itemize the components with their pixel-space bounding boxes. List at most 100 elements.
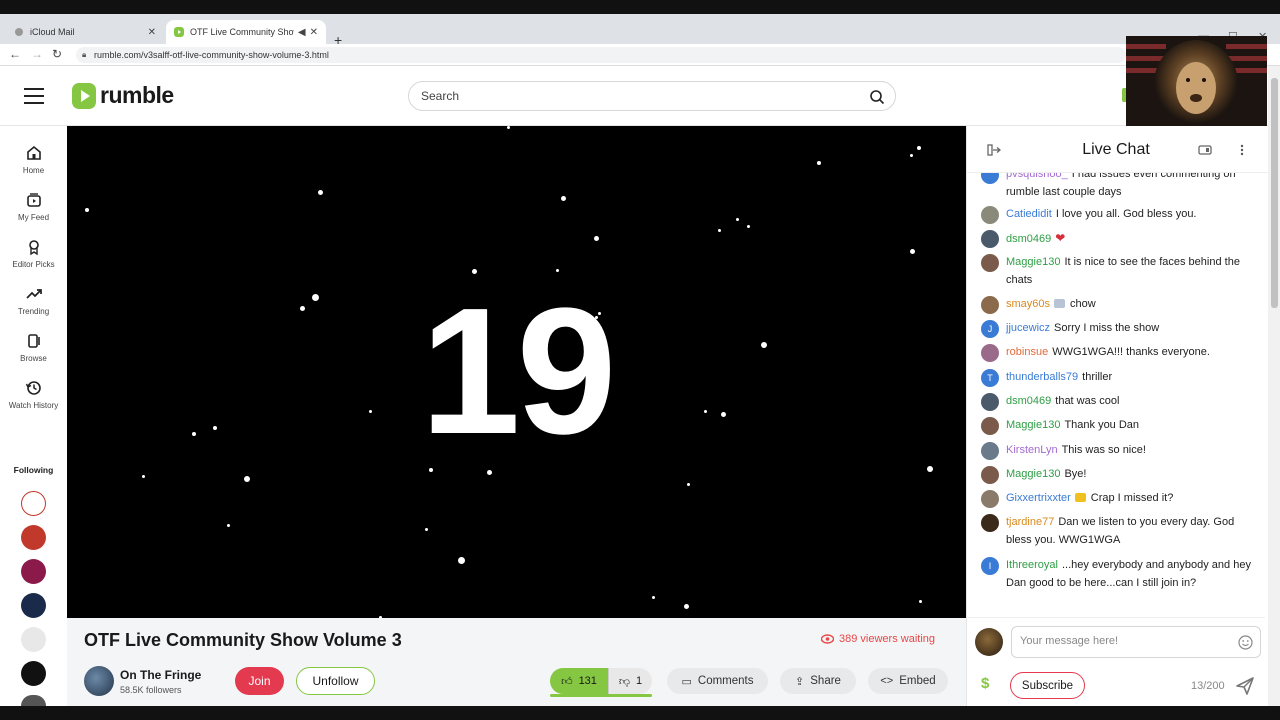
url-text: rumble.com/v3salff-otf-live-community-sh… — [94, 50, 329, 60]
chat-username[interactable]: dsm0469 — [1006, 233, 1051, 245]
chat-username[interactable]: KirstenLyn — [1006, 444, 1058, 456]
channel-name[interactable]: On The Fringe — [120, 668, 201, 682]
video-title: OTF Live Community Show Volume 3 — [84, 630, 402, 650]
embed-button[interactable]: <> Embed — [868, 668, 948, 694]
chat-username[interactable]: tjardine77 — [1006, 516, 1054, 528]
rumble-favicon-icon — [174, 27, 184, 37]
upvote-count: 131 — [578, 675, 597, 687]
following-channel-avatar[interactable] — [21, 491, 46, 516]
chat-message-text: Crap I missed it? — [1090, 492, 1174, 504]
sidebar-item-editor-picks[interactable]: Editor Picks — [0, 238, 67, 269]
chat-message-text: I love you all. God bless you. — [1055, 208, 1197, 220]
comment-icon: ▭ — [681, 675, 692, 688]
chat-username[interactable]: jjucewicz — [1006, 322, 1050, 334]
share-button[interactable]: ⇪ Share — [780, 668, 856, 694]
chat-username[interactable]: robinsue — [1006, 346, 1048, 358]
sidebar-item-label: Watch History — [8, 401, 59, 410]
video-player[interactable]: 19 — [67, 126, 966, 618]
emoji-icon[interactable] — [1238, 635, 1253, 650]
speaker-icon[interactable]: ◀ — [298, 27, 306, 38]
popout-chat-icon[interactable] — [1194, 140, 1216, 160]
join-button[interactable]: Join — [235, 667, 284, 695]
screen: iCloud Mail ✕ OTF Live Community Show ◀ … — [0, 0, 1280, 720]
chat-user-avatar[interactable] — [981, 296, 999, 314]
chat-user-avatar[interactable]: J — [981, 320, 999, 338]
chat-user-avatar[interactable]: I — [981, 557, 999, 575]
lock-icon: 🔒︎ — [82, 50, 87, 59]
chat-username[interactable]: pvsquishoo_ — [1006, 173, 1068, 180]
chat-user-avatar[interactable] — [981, 206, 999, 224]
vote-ratio-bar — [550, 694, 652, 697]
send-icon[interactable] — [1233, 674, 1257, 698]
chat-message: dsm0469 ❤ — [981, 229, 1261, 248]
chat-username[interactable]: thunderballs79 — [1006, 371, 1078, 383]
sidebar-item-my-feed[interactable]: My Feed — [0, 191, 67, 222]
rumble-logo[interactable]: rumble — [72, 82, 174, 109]
sidebar-item-home[interactable]: Home — [0, 144, 67, 175]
chat-message-text: Bye! — [1064, 468, 1087, 480]
chat-username[interactable]: Maggie130 — [1006, 419, 1060, 431]
channel-avatar[interactable] — [84, 666, 114, 696]
close-tab-icon[interactable]: ✕ — [310, 27, 318, 38]
sidebar-item-trending[interactable]: Trending — [0, 285, 67, 316]
badge-icon — [1054, 299, 1066, 308]
chat-username[interactable]: dsm0469 — [1006, 395, 1051, 407]
chat-username[interactable]: Maggie130 — [1006, 256, 1060, 268]
chat-user-avatar[interactable] — [981, 173, 999, 184]
comments-button[interactable]: ▭ Comments — [667, 668, 768, 694]
chat-message: KirstenLyn This was so nice! — [981, 441, 1261, 460]
chat-message: Maggie130 Bye! — [981, 465, 1261, 484]
following-channel-avatar[interactable] — [21, 559, 46, 584]
chat-user-avatar[interactable] — [981, 466, 999, 484]
search-input[interactable] — [421, 89, 861, 103]
following-channel-avatar[interactable] — [21, 525, 46, 550]
following-channel-avatar[interactable] — [21, 593, 46, 618]
following-channel-avatar[interactable] — [21, 661, 46, 686]
channel-followers: 58.5K followers — [120, 685, 182, 695]
forward-icon[interactable]: → — [31, 47, 43, 61]
downvote-button[interactable]: 👎︎ 1 — [608, 668, 652, 694]
chat-user-avatar[interactable] — [981, 417, 999, 435]
sidebar-item-watch-history[interactable]: Watch History — [0, 379, 67, 410]
chat-user-avatar[interactable] — [981, 442, 999, 460]
following-channel-avatar[interactable] — [21, 695, 46, 706]
chat-user-avatar[interactable] — [981, 514, 999, 532]
message-input[interactable] — [1020, 635, 1230, 647]
chat-username[interactable]: Maggie130 — [1006, 468, 1060, 480]
back-icon[interactable]: ← — [9, 47, 21, 61]
more-options-icon[interactable] — [1231, 140, 1253, 160]
sidebar-item-label: Trending — [17, 307, 50, 316]
unfollow-button[interactable]: Unfollow — [296, 667, 375, 695]
chat-message-body: KirstenLyn This was so nice! — [1006, 441, 1261, 459]
page-scrollbar-thumb[interactable] — [1271, 78, 1278, 308]
chat-username[interactable]: Ithreeroyal — [1006, 559, 1058, 571]
thumbs-down-icon: 👎︎ — [618, 675, 631, 688]
share-icon: ⇪ — [795, 675, 805, 688]
url-field[interactable]: 🔒︎ rumble.com/v3salff-otf-live-community… — [76, 47, 1126, 63]
lion-flag-image — [1126, 36, 1267, 130]
chat-username[interactable]: Gixxertrixxter — [1006, 492, 1071, 504]
chat-user-avatar[interactable]: T — [981, 369, 999, 387]
chat-username[interactable]: smay60s — [1006, 298, 1050, 310]
page-scrollbar[interactable] — [1268, 66, 1280, 706]
chat-user-avatar[interactable] — [981, 393, 999, 411]
reload-icon[interactable]: ↻ — [52, 47, 62, 61]
chat-message: pvsquishoo_ I had issues even commenting … — [981, 173, 1261, 201]
close-tab-icon[interactable]: ✕ — [148, 27, 156, 38]
menu-icon[interactable] — [24, 88, 44, 104]
browser-tab-rumble[interactable]: OTF Live Community Show ◀ ✕ — [166, 20, 326, 44]
sidebar-item-browse[interactable]: Browse — [0, 332, 67, 363]
search-box — [408, 81, 896, 111]
chat-user-avatar[interactable] — [981, 344, 999, 362]
message-box — [1011, 626, 1261, 658]
search-icon[interactable] — [869, 89, 885, 105]
upvote-button[interactable]: 👍︎ 131 — [550, 668, 608, 694]
following-channel-avatar[interactable] — [21, 627, 46, 652]
subscribe-button[interactable]: Subscribe — [1010, 672, 1085, 699]
chat-user-avatar[interactable] — [981, 254, 999, 272]
chat-user-avatar[interactable] — [981, 490, 999, 508]
chat-username[interactable]: Catiedidit — [1006, 208, 1052, 220]
chat-user-avatar[interactable] — [981, 230, 999, 248]
browser-tab-icloud[interactable]: iCloud Mail ✕ — [6, 20, 164, 44]
rant-dollar-icon[interactable]: $ — [981, 675, 989, 692]
